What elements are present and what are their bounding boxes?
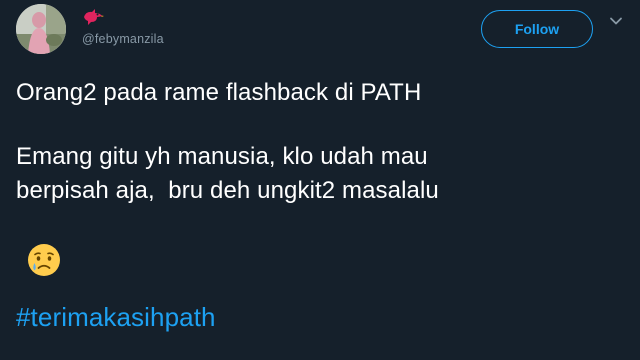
- red-bird-icon: [84, 9, 104, 25]
- tweet-line: berpisah aja, bru deh ungkit2 masalalu: [16, 177, 439, 204]
- follow-button[interactable]: Follow: [481, 10, 593, 48]
- user-handle[interactable]: @febymanzila: [82, 32, 164, 46]
- tweet-line: Orang2 pada rame flashback di PATH: [16, 79, 422, 106]
- chevron-down-icon[interactable]: [609, 14, 623, 28]
- avatar-photo: [16, 4, 66, 54]
- tweet-body: Orang2 pada rame flashback di PATH Emang…: [16, 76, 616, 336]
- avatar[interactable]: [16, 4, 66, 54]
- display-name[interactable]: [82, 6, 104, 28]
- hashtag-link[interactable]: #terimakasihpath: [16, 300, 216, 334]
- tweet-line: Emang gitu yh manusia, klo udah mau: [16, 143, 428, 170]
- tweet-card: @febymanzila Follow Orang2 pada rame fla…: [0, 0, 640, 360]
- crying-face-icon: [28, 244, 60, 276]
